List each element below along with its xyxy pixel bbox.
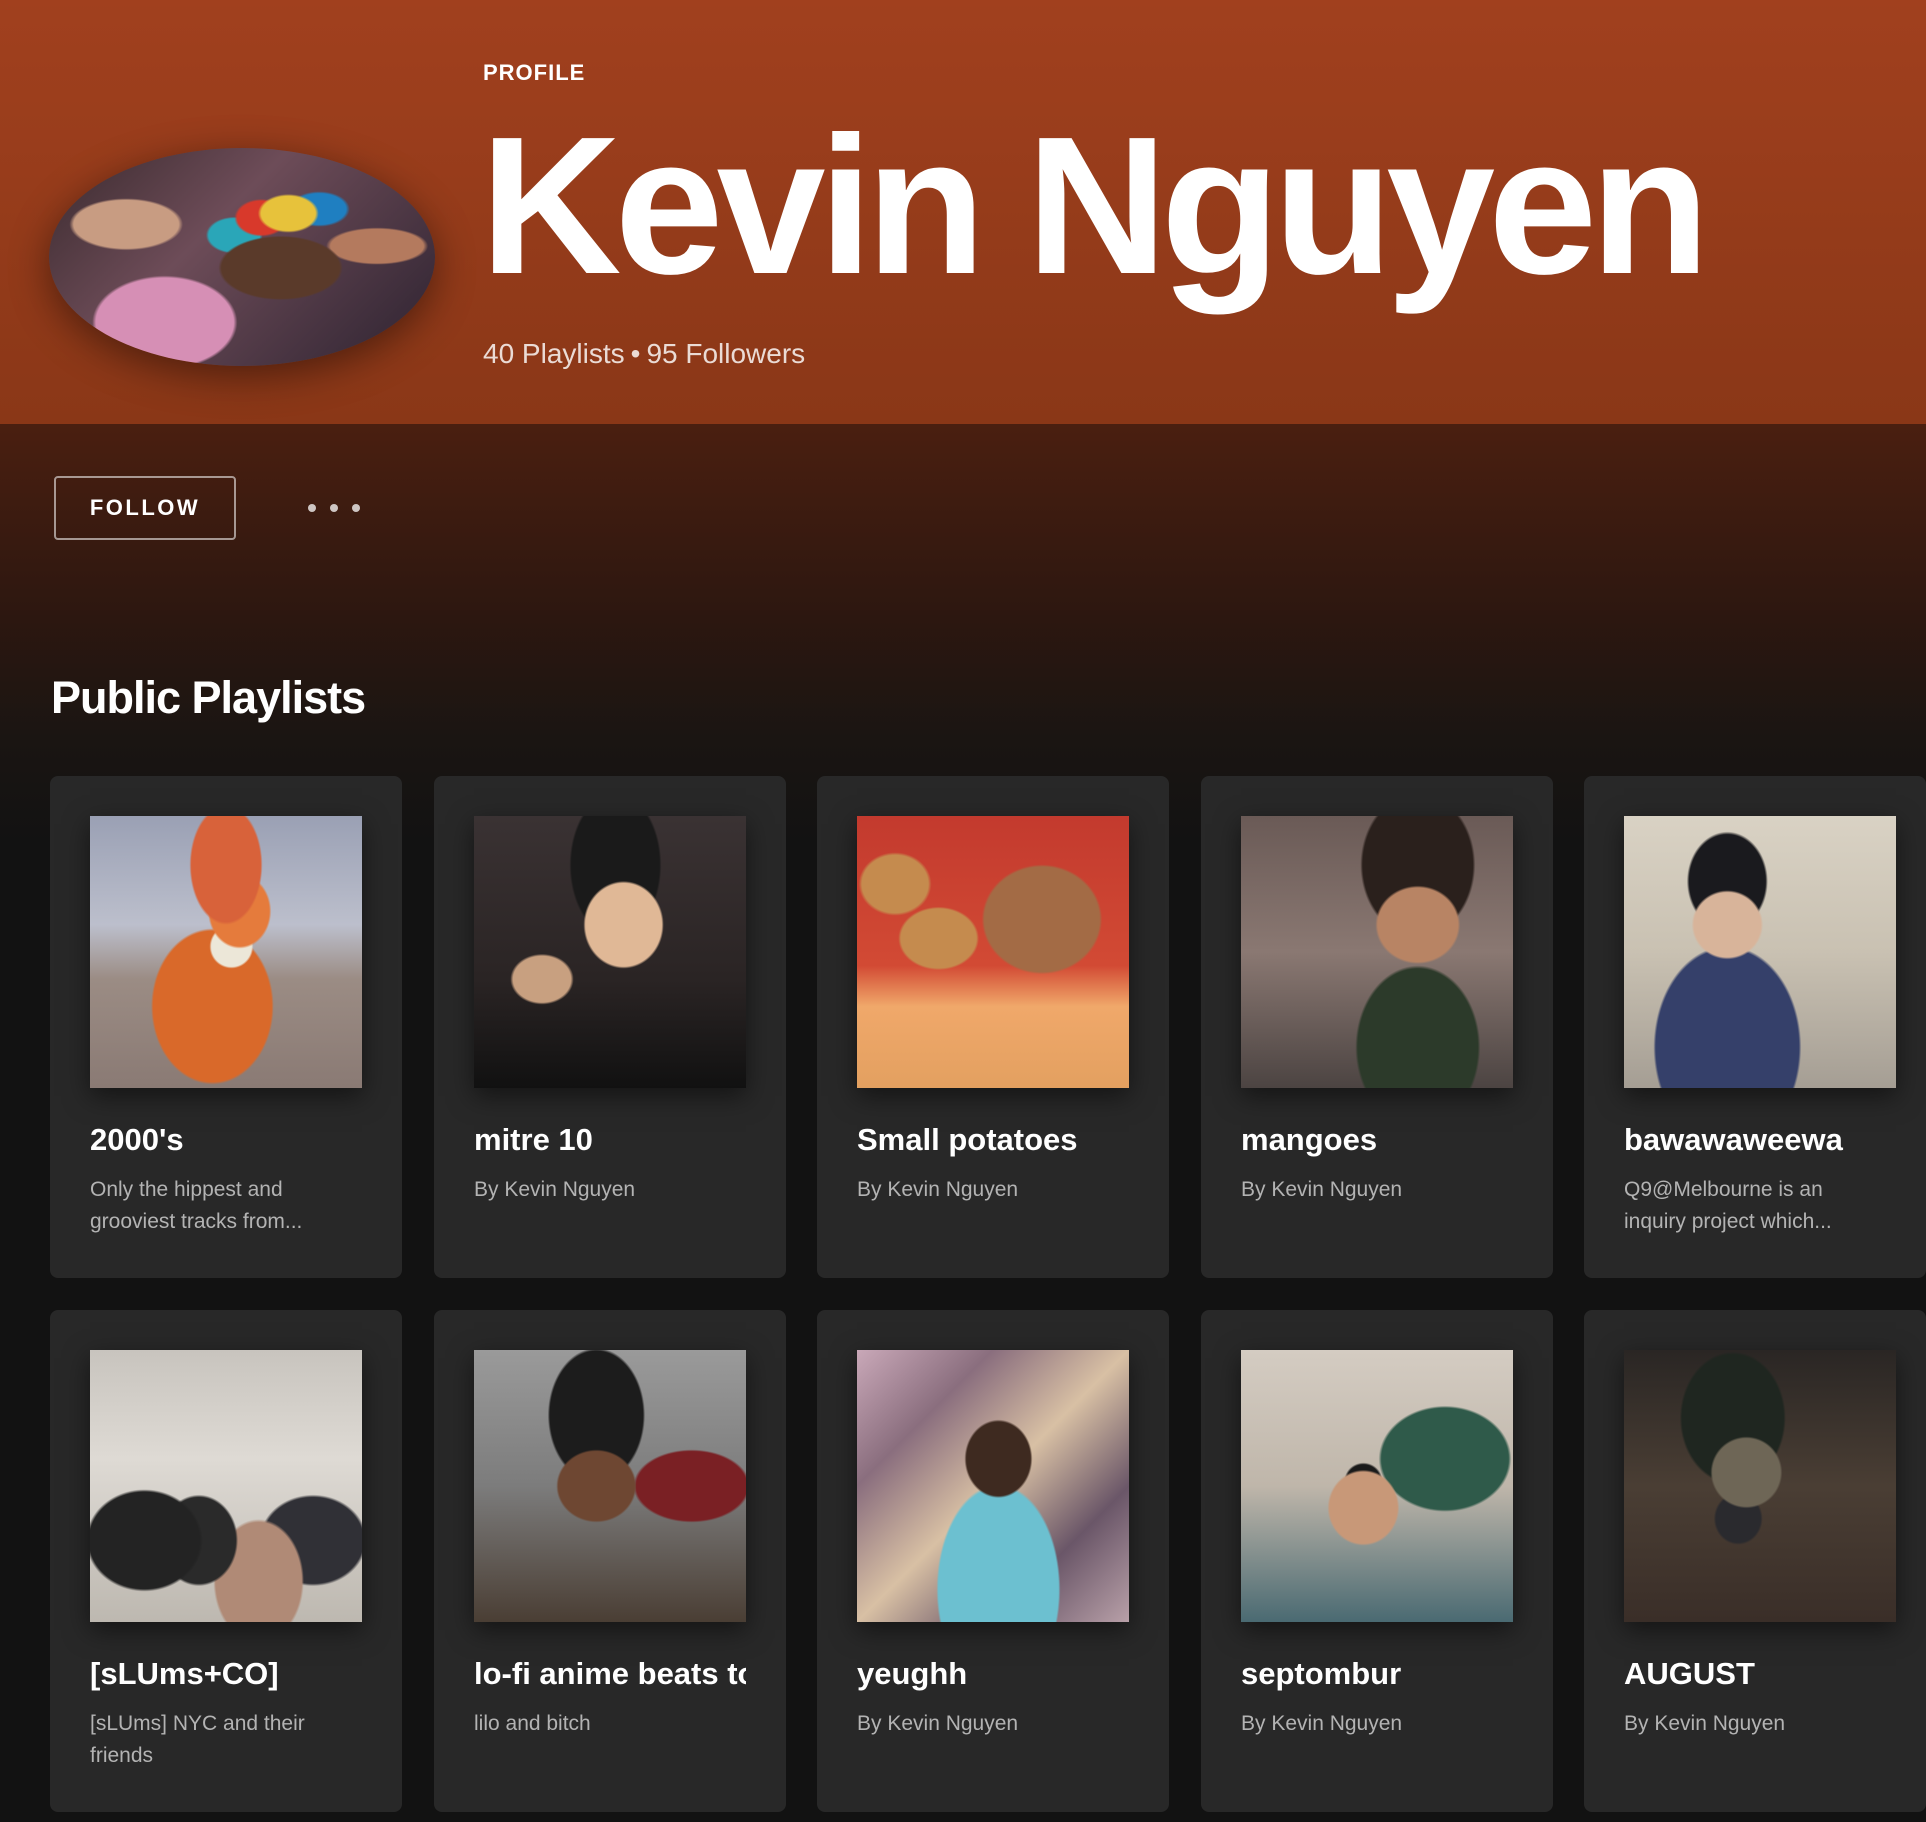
playlist-cover [1241, 1350, 1513, 1622]
playlist-subtitle: Q9@Melbourne is an inquiry project which… [1624, 1178, 1832, 1233]
playlist-card[interactable]: Small potatoes By Kevin Nguyen [817, 776, 1169, 1278]
playlist-title[interactable]: 2000's [90, 1122, 362, 1158]
playlist-title[interactable]: yeughh [857, 1656, 1129, 1692]
playlist-title[interactable]: Small potatoes [857, 1122, 1129, 1158]
playlist-title[interactable]: [sLUms+CO] [90, 1656, 362, 1692]
profile-avatar [49, 148, 435, 366]
playlist-cover [857, 816, 1129, 1088]
playlists-count: 40 Playlists [483, 338, 625, 369]
playlist-title[interactable]: AUGUST [1624, 1656, 1896, 1692]
playlist-cover [474, 1350, 746, 1622]
playlist-title[interactable]: mangoes [1241, 1122, 1513, 1158]
more-horizontal-icon [308, 504, 316, 512]
playlist-card[interactable]: mangoes By Kevin Nguyen [1201, 776, 1553, 1278]
profile-name: Kevin Nguyen [480, 96, 1710, 315]
playlist-title[interactable]: mitre 10 [474, 1122, 746, 1158]
playlist-subtitle: [sLUms] NYC and their friends [90, 1712, 305, 1767]
playlist-cover [857, 1350, 1129, 1622]
profile-header: PROFILE Kevin Nguyen 40 Playlists • 95 Fol… [0, 0, 1926, 424]
playlist-subtitle: By Kevin Nguyen [1241, 1712, 1403, 1735]
profile-stats: 40 Playlists • 95 Followers [483, 338, 805, 370]
playlist-cover [1241, 816, 1513, 1088]
followers-count: 95 Followers [646, 338, 806, 369]
playlist-title[interactable]: septombur [1241, 1656, 1513, 1692]
playlist-subtitle: By Kevin Nguyen [474, 1178, 636, 1201]
playlist-subtitle: By Kevin Nguyen [1624, 1712, 1786, 1735]
playlist-card[interactable]: lo-fi anime beats to lilo and bitch [434, 1310, 786, 1812]
playlist-cover [474, 816, 746, 1088]
profile-type-label: PROFILE [483, 60, 586, 85]
playlist-subtitle: By Kevin Nguyen [857, 1178, 1019, 1201]
playlist-cover [1624, 816, 1896, 1088]
playlist-card[interactable]: septombur By Kevin Nguyen [1201, 1310, 1553, 1812]
playlist-subtitle: lilo and bitch [474, 1712, 591, 1735]
playlist-subtitle: By Kevin Nguyen [1241, 1178, 1403, 1201]
playlist-card[interactable]: bawawaweewa Q9@Melbourne is an inquiry p… [1584, 776, 1926, 1278]
playlist-cover [90, 1350, 362, 1622]
playlist-cover [90, 816, 362, 1088]
playlist-cover [1624, 1350, 1896, 1622]
playlist-subtitle: By Kevin Nguyen [857, 1712, 1019, 1735]
playlist-title[interactable]: bawawaweewa [1624, 1122, 1896, 1158]
playlist-card[interactable]: [sLUms+CO] [sLUms] NYC and their friends [50, 1310, 402, 1812]
follow-button[interactable]: FOLLOW [54, 476, 236, 540]
more-options-button[interactable] [304, 490, 364, 526]
playlist-card[interactable]: 2000's Only the hippest and grooviest tr… [50, 776, 402, 1278]
playlist-card[interactable]: mitre 10 By Kevin Nguyen [434, 776, 786, 1278]
playlist-card[interactable]: yeughh By Kevin Nguyen [817, 1310, 1169, 1812]
playlist-card[interactable]: AUGUST By Kevin Nguyen [1584, 1310, 1926, 1812]
stats-separator: • [630, 338, 641, 369]
more-horizontal-icon [330, 504, 338, 512]
playlist-title[interactable]: lo-fi anime beats to [474, 1656, 746, 1692]
playlist-subtitle: Only the hippest and grooviest tracks fr… [90, 1178, 303, 1233]
section-title: Public Playlists [51, 672, 366, 723]
more-horizontal-icon [352, 504, 360, 512]
